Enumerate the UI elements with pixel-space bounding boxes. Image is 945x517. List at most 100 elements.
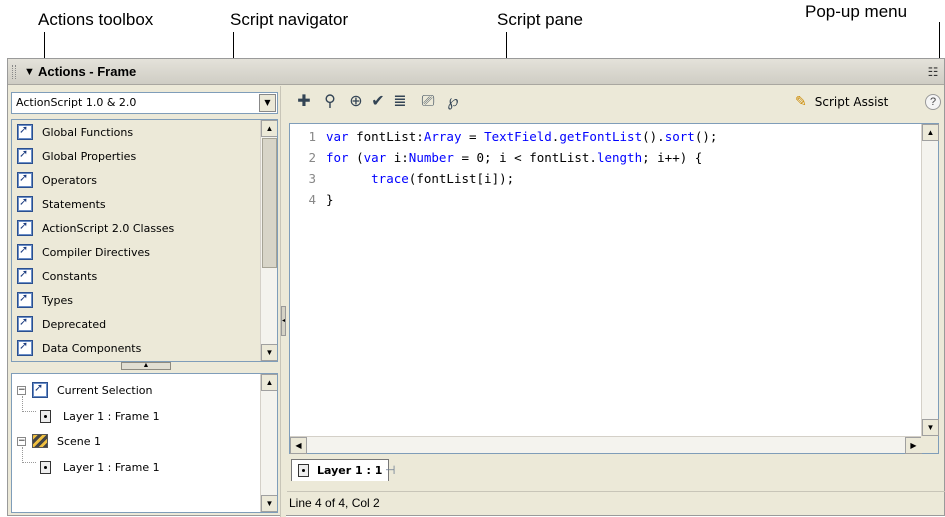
status-bar: Line 4 of 4, Col 2: [287, 491, 945, 513]
action-book-icon: [17, 267, 33, 284]
nav-current-frame[interactable]: Layer 1 : Frame 1: [40, 406, 160, 426]
debug-options-icon[interactable]: ℘: [443, 92, 463, 112]
collapse-icon[interactable]: −: [17, 436, 26, 446]
leader-line-popup-menu: [939, 22, 940, 62]
scroll-up-button[interactable]: ▲: [922, 124, 939, 141]
callout-script-pane: Script pane: [497, 10, 583, 29]
toolbox-item-label: Deprecated: [42, 317, 107, 331]
panel-vertical-divider[interactable]: ◂: [280, 86, 286, 517]
toolbox-item[interactable]: Types: [12, 288, 260, 312]
help-icon[interactable]: ?: [925, 94, 941, 110]
tree-connector: [22, 447, 36, 463]
action-book-icon: [17, 195, 33, 212]
toolbox-item-label: Compiler Directives: [42, 245, 151, 259]
toolbox-item-label: Constants: [42, 269, 98, 283]
toolbox-item-label: Types: [42, 293, 73, 307]
toolbox-item-label: Global Properties: [42, 149, 137, 163]
script-horizontal-scrollbar[interactable]: ◀ ▶: [290, 436, 922, 454]
code-line[interactable]: trace(fontList[i]);: [326, 168, 514, 189]
toolbox-item[interactable]: Operators: [12, 168, 260, 192]
scroll-down-button[interactable]: ▼: [261, 344, 277, 361]
toolbox-item-label: Statements: [42, 197, 106, 211]
scroll-right-button[interactable]: ▶: [905, 437, 922, 454]
splitter-collapse-button[interactable]: ▲: [121, 362, 171, 370]
pin-script-icon[interactable]: ⊣: [385, 463, 395, 477]
find-icon[interactable]: ⚲: [320, 92, 340, 112]
toolbox-item-label: Operators: [42, 173, 97, 187]
scroll-down-button[interactable]: ▼: [261, 495, 277, 512]
toolbox-item-label: Global Functions: [42, 125, 134, 139]
version-select-value: ActionScript 1.0 & 2.0: [16, 96, 137, 109]
script-assist-button[interactable]: ✎ Script Assist: [795, 94, 888, 110]
toolbox-item-label: Data Components: [42, 341, 142, 355]
code-editor[interactable]: var fontList:Array = TextField.getFontLi…: [322, 124, 921, 436]
action-book-icon: [17, 171, 33, 188]
tab-label: Layer 1 : 1: [317, 464, 383, 477]
scroll-left-button[interactable]: ◀: [290, 437, 307, 454]
code-hint-icon[interactable]: ⎚: [418, 92, 438, 112]
toolbox-item[interactable]: Constants: [12, 264, 260, 288]
check-syntax-icon[interactable]: ✔: [368, 92, 388, 112]
callout-popup-menu: Pop-up menu: [805, 2, 908, 21]
collapse-icon[interactable]: −: [17, 385, 26, 395]
nav-current-selection[interactable]: − Current Selection: [17, 380, 153, 400]
code-line[interactable]: for (var i:Number = 0; i < fontList.leng…: [326, 147, 702, 168]
scroll-down-button[interactable]: ▼: [922, 419, 939, 436]
line-number: 4: [308, 192, 316, 207]
tab-layer-1-frame-1[interactable]: Layer 1 : 1: [291, 459, 390, 481]
nav-scene-frame-label: Layer 1 : Frame 1: [63, 460, 160, 474]
cursor-position-status: Line 4 of 4, Col 2: [289, 496, 380, 510]
line-number: 2: [308, 150, 316, 165]
script-vertical-scrollbar[interactable]: ▲ ▼: [921, 124, 939, 436]
scroll-thumb[interactable]: [262, 138, 277, 268]
code-line[interactable]: var fontList:Array = TextField.getFontLi…: [326, 126, 717, 147]
action-book-icon: [17, 219, 33, 236]
toolbox-item[interactable]: Global Functions: [12, 120, 260, 144]
script-tab-bar: Layer 1 : 1 ⊣: [289, 458, 939, 482]
action-book-icon: [17, 339, 33, 356]
action-book-icon: [17, 291, 33, 308]
callout-actions-toolbox: Actions toolbox: [38, 10, 154, 29]
nav-scene-label: Scene 1: [57, 434, 102, 448]
toolbox-item[interactable]: Statements: [12, 192, 260, 216]
scroll-up-button[interactable]: ▲: [261, 120, 277, 137]
chevron-down-icon[interactable]: ▼: [259, 94, 276, 112]
panel-titlebar[interactable]: ▼ Actions - Frame ☷: [8, 59, 944, 85]
script-toolbar: ✎ Script Assist ? ✚ ⚲ ⊕ ✔ ≣ ⎚ ℘: [288, 86, 943, 120]
actionscript-version-select[interactable]: ActionScript 1.0 & 2.0 ▼: [11, 92, 278, 114]
toolbox-navigator-splitter[interactable]: ▲: [11, 362, 278, 371]
toolbox-item[interactable]: ActionScript 2.0 Classes: [12, 216, 260, 240]
actions-toolbox: Global Functions Global Properties Operato…: [11, 119, 278, 362]
auto-format-icon[interactable]: ≣: [390, 92, 410, 112]
scroll-corner: [921, 436, 938, 453]
add-item-icon[interactable]: ✚: [294, 92, 314, 112]
panel-grip-handle[interactable]: [12, 65, 16, 79]
script-assist-label: Script Assist: [814, 95, 889, 109]
script-navigator: − Current Selection Layer 1 : Frame 1 − …: [11, 373, 278, 513]
nav-scene-frame[interactable]: Layer 1 : Frame 1: [40, 457, 160, 477]
toolbox-item[interactable]: Deprecated: [12, 312, 260, 336]
collapse-left-icon[interactable]: ◂: [281, 306, 286, 336]
toolbox-scrollbar[interactable]: ▲ ▼: [260, 120, 277, 361]
line-number-gutter: 1 2 3 4: [290, 124, 322, 436]
tree-connector: [22, 396, 36, 412]
code-line[interactable]: }: [326, 189, 334, 210]
frame-icon: [40, 409, 51, 423]
nav-current-selection-label: Current Selection: [57, 383, 153, 397]
script-pane[interactable]: 1 2 3 4 var fontList:Array = TextField.getF…: [289, 123, 939, 454]
scroll-up-button[interactable]: ▲: [261, 374, 277, 391]
panel-title: Actions - Frame: [38, 64, 137, 79]
collapse-arrow-icon[interactable]: ▼: [24, 66, 35, 78]
scene-clapper-icon: [32, 434, 48, 448]
toolbox-list: Global Functions Global Properties Operato…: [12, 120, 260, 360]
toolbox-item[interactable]: Compiler Directives: [12, 240, 260, 264]
toolbox-item[interactable]: Data Components: [12, 336, 260, 360]
action-book-icon: [17, 315, 33, 332]
navigator-scrollbar[interactable]: ▲ ▼: [260, 374, 277, 512]
target-path-icon[interactable]: ⊕: [346, 92, 366, 112]
frame-icon: [40, 460, 51, 474]
actions-panel: ▼ Actions - Frame ☷ ActionScript 1.0 & 2…: [7, 58, 945, 517]
popup-menu-icon[interactable]: ☷: [926, 65, 940, 79]
toolbox-item[interactable]: Global Properties: [12, 144, 260, 168]
action-book-icon: [17, 147, 33, 164]
